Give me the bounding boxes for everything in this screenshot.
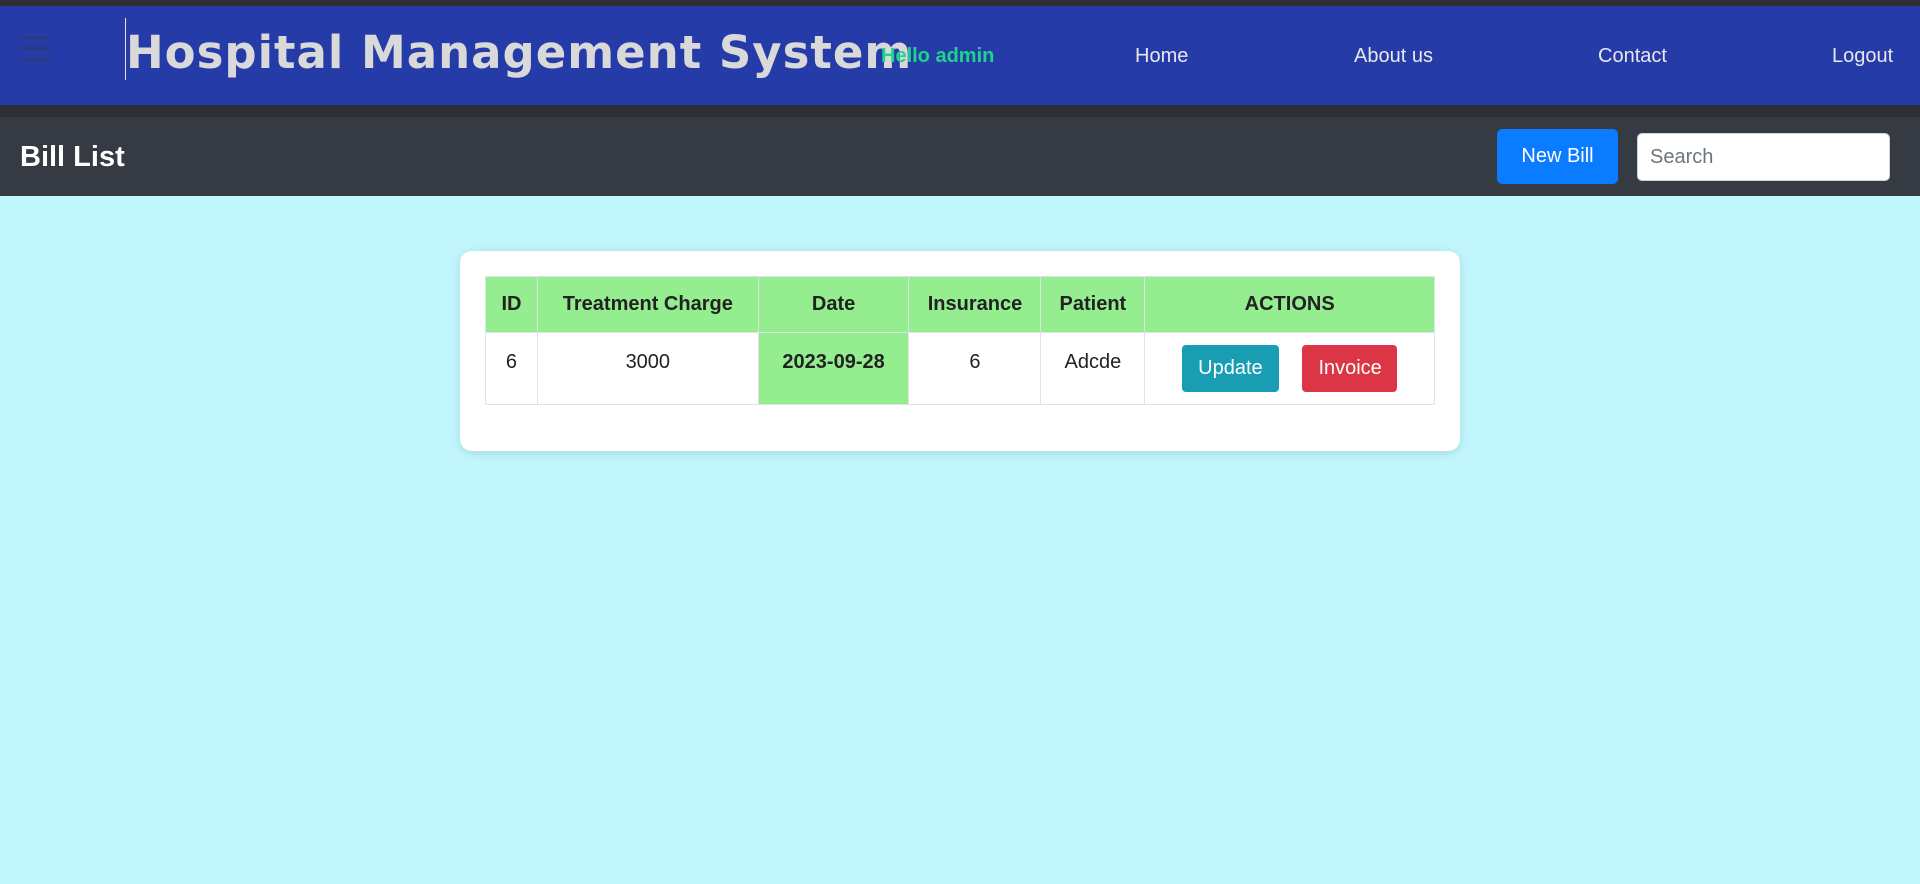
- cell-date: 2023-09-28: [757, 332, 910, 405]
- cell-id: 6: [485, 332, 538, 405]
- column-header-insurance: Insurance: [908, 276, 1042, 333]
- nav-contact[interactable]: Contact: [1598, 45, 1667, 68]
- navbar-separator: [0, 105, 1920, 117]
- bill-card: ID Treatment Charge Date Insurance Patie…: [460, 251, 1460, 451]
- cell-insurance: 6: [908, 332, 1042, 405]
- column-header-charge: Treatment Charge: [536, 276, 759, 333]
- nav-home[interactable]: Home: [1135, 45, 1188, 68]
- column-header-actions: ACTIONS: [1144, 276, 1435, 333]
- column-header-date: Date: [757, 276, 910, 333]
- cell-charge: 3000: [536, 332, 759, 405]
- brand-title: Hospital Management System: [126, 26, 913, 79]
- table-row: 6 3000 2023-09-28 6 Adcde Update Invoice: [485, 332, 1435, 405]
- bill-table: ID Treatment Charge Date Insurance Patie…: [485, 276, 1435, 405]
- nav-about[interactable]: About us: [1354, 45, 1433, 68]
- subheader: [0, 117, 1920, 196]
- nav-logout[interactable]: Logout: [1832, 45, 1893, 68]
- cell-actions: Update Invoice: [1144, 332, 1435, 405]
- page-title: Bill List: [20, 141, 125, 173]
- column-header-id: ID: [485, 276, 538, 333]
- new-bill-button[interactable]: New Bill: [1497, 129, 1618, 184]
- column-header-patient: Patient: [1040, 276, 1146, 333]
- table-header-row: ID Treatment Charge Date Insurance Patie…: [485, 276, 1435, 333]
- cell-patient: Adcde: [1040, 332, 1146, 405]
- menu-icon[interactable]: [22, 36, 50, 66]
- greeting: Hello admin: [881, 45, 995, 67]
- invoice-button[interactable]: Invoice: [1302, 345, 1398, 392]
- update-button[interactable]: Update: [1181, 345, 1279, 392]
- search-input[interactable]: [1637, 133, 1890, 181]
